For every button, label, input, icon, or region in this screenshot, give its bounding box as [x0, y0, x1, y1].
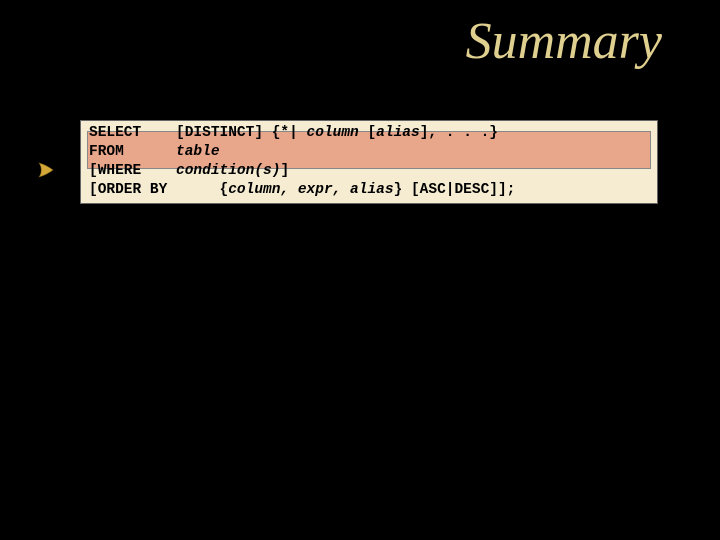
code-l3-a: [WHERE: [89, 163, 176, 179]
bullet-icon: [36, 160, 56, 180]
code-l4-b: column, expr, alias: [228, 182, 393, 198]
code-l4-a: [ORDER BY {: [89, 182, 228, 198]
code-l1-c: [: [367, 125, 376, 141]
code-l1-b: column: [307, 125, 368, 141]
code-l3-c: ]: [280, 163, 289, 179]
code-l3-b: condition(s): [176, 163, 280, 179]
code-text: SELECT [DISTINCT] {*| column [alias], . …: [89, 124, 649, 200]
code-block: SELECT [DISTINCT] {*| column [alias], . …: [80, 120, 658, 204]
code-l1-d: alias: [376, 125, 420, 141]
code-l1-e: ], . . .}: [420, 125, 498, 141]
code-l2-b: table: [176, 144, 220, 160]
code-l1-a: SELECT [DISTINCT] {*|: [89, 125, 307, 141]
code-l4-c: } [ASC|DESC]];: [394, 182, 516, 198]
code-l2-a: FROM: [89, 144, 176, 160]
slide-title: Summary: [466, 12, 662, 71]
